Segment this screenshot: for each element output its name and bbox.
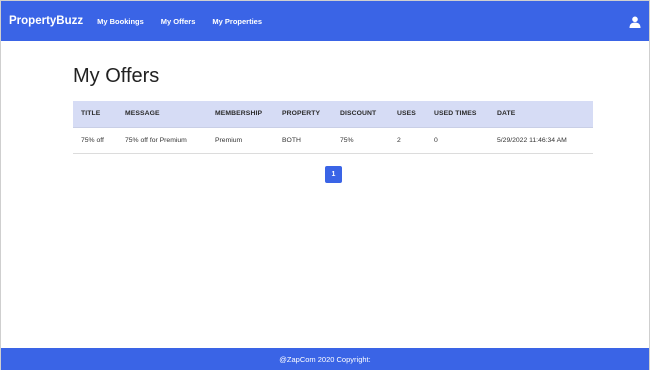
table-row: 75% off 75% off for Premium Premium BOTH… — [73, 127, 593, 154]
cell-discount: 75% — [332, 127, 389, 154]
brand-logo[interactable]: PropertyBuzz — [9, 15, 83, 27]
cell-used-times: 0 — [426, 127, 489, 154]
cell-membership: Premium — [207, 127, 274, 154]
column-header-date: DATE — [489, 101, 593, 128]
footer-copyright: @ZapCom 2020 Copyright: — [279, 355, 371, 364]
nav-link-my-properties[interactable]: My Properties — [212, 17, 262, 26]
footer: @ZapCom 2020 Copyright: — [1, 348, 649, 370]
top-navbar: PropertyBuzz My Bookings My Offers My Pr… — [1, 1, 649, 41]
cell-message: 75% off for Premium — [117, 127, 207, 154]
column-header-title: TITLE — [73, 101, 117, 128]
cell-date: 5/29/2022 11:46:34 AM — [489, 127, 593, 154]
cell-property: BOTH — [274, 127, 332, 154]
page-title: My Offers — [73, 65, 160, 87]
column-header-property: PROPERTY — [274, 101, 332, 128]
nav-link-my-bookings[interactable]: My Bookings — [97, 17, 144, 26]
column-header-message: MESSAGE — [117, 101, 207, 128]
nav-link-my-offers[interactable]: My Offers — [161, 17, 196, 26]
table-header-row: TITLE MESSAGE MEMBERSHIP PROPERTY DISCOU… — [73, 101, 593, 128]
cell-title: 75% off — [73, 127, 117, 154]
pagination-page-1-button[interactable]: 1 — [325, 166, 342, 183]
column-header-membership: MEMBERSHIP — [207, 101, 274, 128]
offers-table: TITLE MESSAGE MEMBERSHIP PROPERTY DISCOU… — [73, 101, 593, 154]
column-header-used-times: USED TIMES — [426, 101, 489, 128]
user-icon[interactable] — [629, 15, 641, 28]
column-header-discount: DISCOUNT — [332, 101, 389, 128]
cell-uses: 2 — [389, 127, 426, 154]
column-header-uses: USES — [389, 101, 426, 128]
